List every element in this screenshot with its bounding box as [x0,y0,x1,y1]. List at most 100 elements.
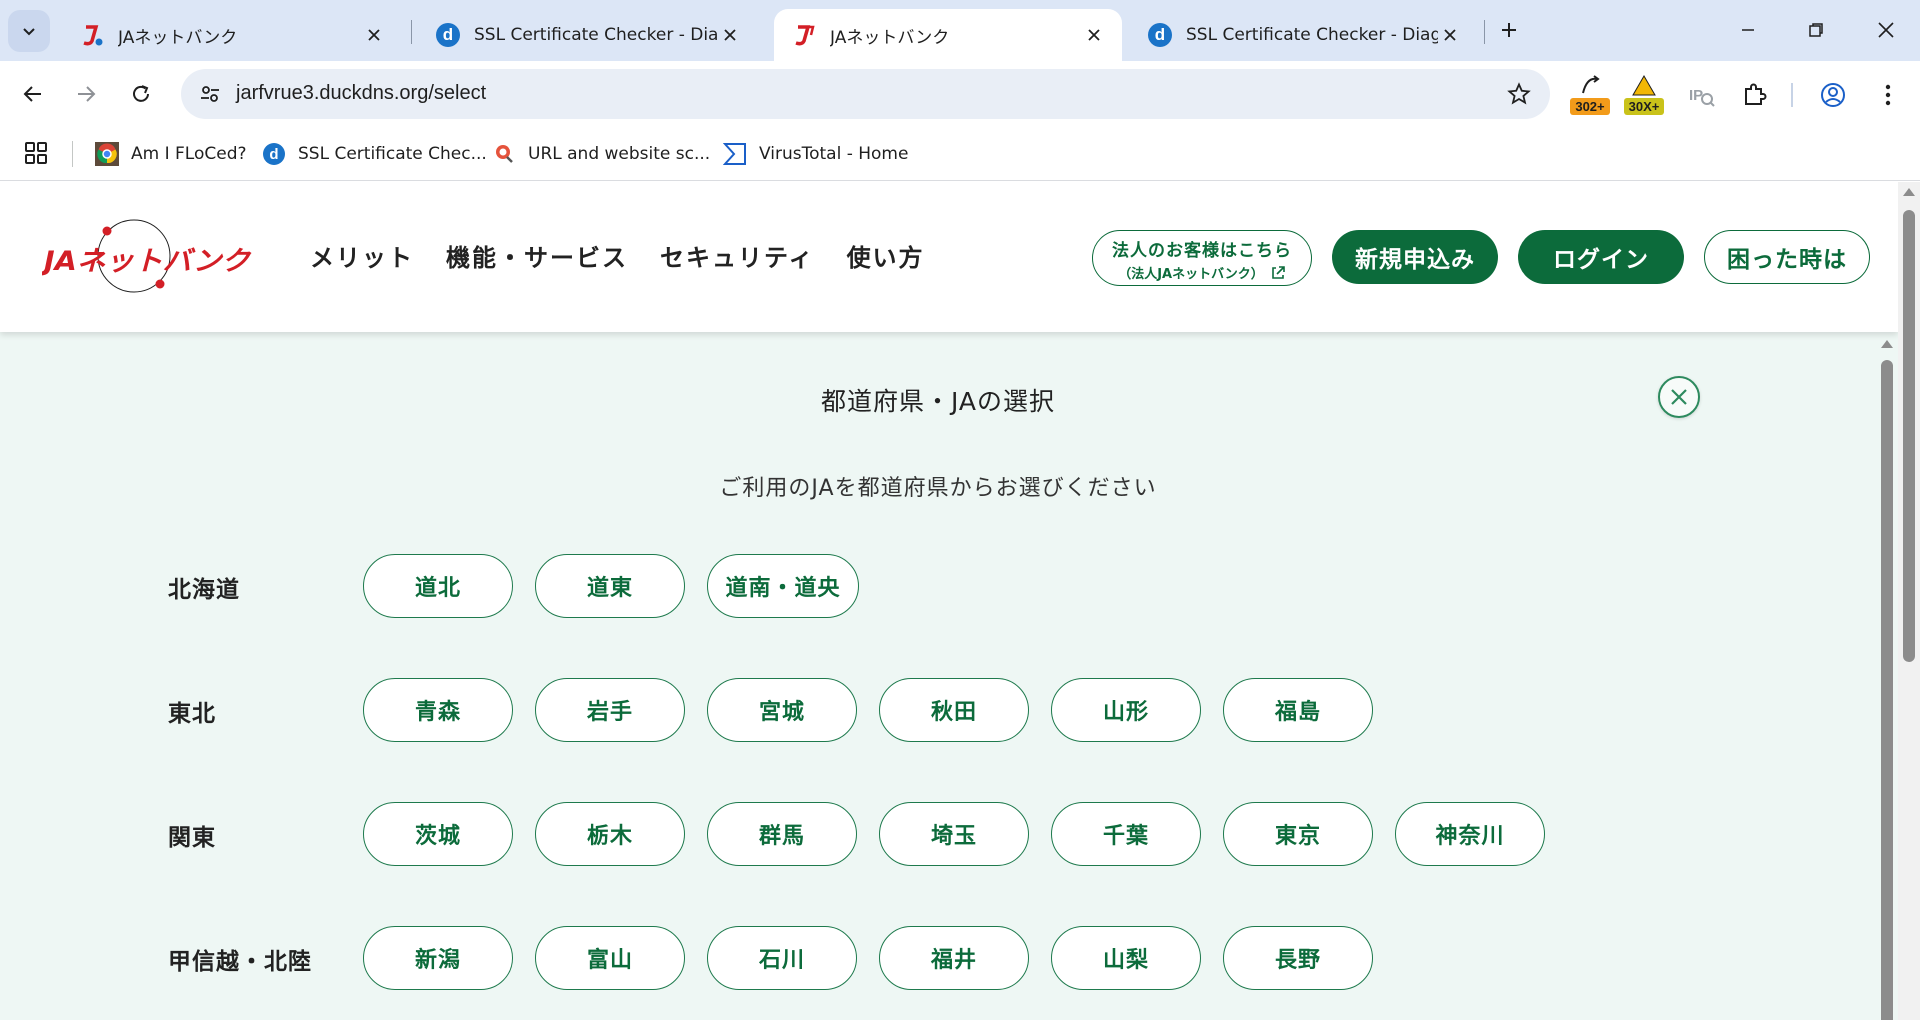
site-info-icon[interactable] [193,77,227,111]
close-icon [1878,22,1894,38]
scroll-up-arrow-icon[interactable] [1881,340,1893,348]
signup-button[interactable]: 新規申込み [1332,230,1498,284]
tab-title: SSL Certificate Checker - Diagnostic Too… [1186,25,1438,45]
bookmark-ssl-checker[interactable]: d SSL Certificate Chec... [262,139,487,169]
pref-button[interactable]: 神奈川 [1395,802,1545,866]
logo-text: JAネットバンク [42,246,252,277]
global-nav: メリット 機能・サービス セキュリティ 使い方 [310,238,957,273]
pref-button[interactable]: 富山 [535,926,685,990]
minimize-button[interactable] [1728,12,1768,48]
pref-button[interactable]: 群馬 [707,802,857,866]
nav-security[interactable]: セキュリティ [660,238,815,273]
nav-features[interactable]: 機能・サービス [446,238,628,273]
pref-button[interactable]: 長野 [1223,926,1373,990]
pref-button[interactable]: 道北 [363,554,513,618]
restore-icon [1809,23,1823,37]
forward-button[interactable] [67,75,105,113]
ip-icon[interactable]: IP [1686,73,1716,117]
pref-button[interactable]: 山形 [1051,678,1201,742]
nav-merit[interactable]: メリット [310,238,414,273]
pref-button[interactable]: 福井 [879,926,1029,990]
tab-1[interactable]: JAネットバンク [62,9,402,61]
urlscan-icon [492,142,516,166]
pref-button[interactable]: 福島 [1223,678,1373,742]
ja-logo-icon [80,23,104,47]
modal-scrollbar[interactable] [1876,332,1898,1020]
d-icon: d [1148,23,1172,47]
modal-close-button[interactable] [1658,376,1700,418]
pref-button[interactable]: 千葉 [1051,802,1201,866]
ja-netbank-logo[interactable]: JAネットバンク [39,218,254,298]
extensions-puzzle-icon[interactable] [1738,73,1772,117]
tab-search-button[interactable] [8,10,50,52]
close-tab-icon[interactable] [362,23,386,47]
arrow-right-icon [78,86,96,102]
close-tab-icon[interactable] [718,23,742,47]
url-text[interactable]: jarfvrue3.duckdns.org/select [236,82,486,105]
pref-button[interactable]: 山梨 [1051,926,1201,990]
pref-button[interactable]: 宮城 [707,678,857,742]
bookmark-virustotal[interactable]: VirusTotal - Home [723,139,908,169]
virustotal-icon [723,142,747,166]
new-tab-button[interactable] [1492,13,1526,47]
apps-grid-icon[interactable] [24,141,50,167]
restore-button[interactable] [1796,12,1836,48]
region-label: 北海道 [168,577,240,603]
pref-button[interactable]: 石川 [707,926,857,990]
page-scrollbar[interactable] [1898,182,1920,1020]
pref-button[interactable]: 岩手 [535,678,685,742]
bookmarks-bar: Am I FLoCed? d SSL Certificate Chec... U… [0,127,1920,181]
tab-separator [411,20,412,44]
help-button[interactable]: 困った時は [1704,230,1870,284]
kebab-menu-icon[interactable] [1876,73,1900,117]
pref-button[interactable]: 栃木 [535,802,685,866]
bookmark-am-i-floced[interactable]: Am I FLoCed? [95,139,247,169]
modal-subtitle: ご利用のJAを都道府県からお選びください [719,476,1157,501]
bookmark-star-icon[interactable] [1504,79,1534,109]
pref-button[interactable]: 道南・道央 [707,554,859,618]
pref-button[interactable]: 茨城 [363,802,513,866]
pref-button[interactable]: 新潟 [363,926,513,990]
redirect-counter-icon[interactable]: 302+ [1568,73,1612,117]
close-window-button[interactable] [1866,12,1906,48]
redirect-path-badge: 30X+ [1624,98,1664,115]
modal-title: 都道府県・JAの選択 [820,387,1056,416]
tab-3-active[interactable]: JAネットバンク [774,9,1122,61]
tab-2[interactable]: d SSL Certificate Checker - Diagnostic T… [418,9,758,61]
bookmark-separator [72,141,73,167]
tab-title: SSL Certificate Checker - Diagnostic Too… [474,25,718,45]
login-button[interactable]: ログイン [1518,230,1684,284]
d-icon: d [436,23,460,47]
pref-button[interactable]: 東京 [1223,802,1373,866]
pref-button[interactable]: 青森 [363,678,513,742]
bookmark-urlscan[interactable]: URL and website sc... [492,139,710,169]
profile-icon[interactable] [1816,73,1850,117]
browser-tab-strip: JAネットバンク d SSL Certificate Checker - Dia… [0,0,1920,61]
corporate-button-line1: 法人のお客様はこちら [1112,241,1292,261]
site-header: JAネットバンク メリット 機能・サービス セキュリティ 使い方 法人のお客様は… [0,182,1898,332]
svg-text:IP: IP [1689,87,1703,104]
tab-separator [1484,20,1485,44]
browser-toolbar: jarfvrue3.duckdns.org/select 302+ 30X+ I… [0,61,1920,127]
toolbar-separator [1791,83,1793,107]
tab-4[interactable]: d SSL Certificate Checker - Diagnostic T… [1130,9,1478,61]
address-bar[interactable]: jarfvrue3.duckdns.org/select [181,69,1550,119]
scroll-up-arrow-icon[interactable] [1903,188,1915,196]
modal-scrollbar-thumb[interactable] [1881,360,1893,1020]
close-tab-icon[interactable] [1438,23,1462,47]
pref-button[interactable]: 秋田 [879,678,1029,742]
d-icon: d [262,142,286,166]
back-button[interactable] [14,75,52,113]
page-scrollbar-thumb[interactable] [1903,210,1915,662]
redirect-path-icon[interactable]: 30X+ [1622,73,1666,117]
redirect-badge: 302+ [1570,98,1610,115]
corporate-customers-button[interactable]: 法人のお客様はこちら （法人JAネットバンク） [1092,230,1312,286]
close-tab-icon[interactable] [1082,23,1106,47]
reload-button[interactable] [122,75,160,113]
region-label: 甲信越・北陸 [168,949,312,975]
tab-title: JAネットバンク [830,27,950,48]
tab-title: JAネットバンク [118,27,238,48]
pref-button[interactable]: 埼玉 [879,802,1029,866]
pref-button[interactable]: 道東 [535,554,685,618]
nav-how-to-use[interactable]: 使い方 [847,238,925,273]
